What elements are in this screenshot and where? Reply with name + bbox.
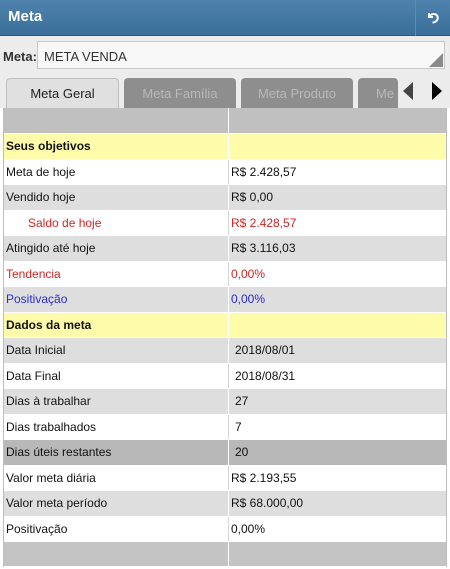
table-row: Positivação 0,00% [4,287,446,313]
table-row: Valor meta diária R$ 2.193,55 [4,465,448,491]
row-value: R$ 0,00 [228,185,448,210]
row-value: 0,00% [228,261,448,286]
table-row: Valor meta período R$ 68.000,00 [4,491,446,517]
tab-label: Me [376,85,395,101]
page-title: Meta [8,8,43,25]
title-bar: Meta [0,0,450,36]
table-header-row [4,108,446,134]
row-label: Vendido hoje [6,190,76,205]
row-value: 2018/08/31 [228,363,448,388]
row-value: 20 [228,440,448,465]
row-label: Dias à trabalhar [6,394,91,409]
goals-table: Seus objetivos Meta de hoje R$ 2.428,57 … [3,108,447,567]
table-footer-row [4,542,446,567]
table-row: Vendido hoje R$ 0,00 [4,185,446,211]
row-label: Saldo de hoje [28,215,102,230]
row-label: Data Final [6,368,61,383]
meta-selector-bar: Meta: META VENDA [0,36,450,74]
section-label: Dados da meta [6,317,92,332]
meta-dropdown-value: META VENDA [44,49,127,64]
tab-meta-familia[interactable]: Meta Família [124,78,236,108]
table-row: Saldo de hoje R$ 2.428,57 [4,210,448,236]
table-row: Dias à trabalhar 27 [4,389,446,415]
tab-bar: Meta Geral Meta Família Meta Produto Me [0,74,450,108]
row-value: R$ 2.428,57 [228,159,448,184]
row-label: Tendencia [6,266,61,281]
section-label: Seus objetivos [6,139,91,154]
table-row: Dias trabalhados 7 [4,414,448,440]
meta-dropdown[interactable]: META VENDA [37,41,445,69]
meta-label: Meta: [3,49,37,64]
section-value [228,134,448,159]
row-label: Positivação [6,521,68,536]
table-row: Meta de hoje R$ 2.428,57 [4,159,448,185]
row-value: 27 [228,389,448,414]
tab-meta-geral[interactable]: Meta Geral [6,78,119,108]
row-value: R$ 2.193,55 [228,465,448,490]
row-label: Meta de hoje [6,164,76,179]
undo-arrow-icon [428,13,439,24]
triangle-left-icon [403,82,413,100]
row-label: Atingido até hoje [6,241,96,256]
row-value: 7 [228,414,448,439]
row-label: Data Inicial [6,343,66,358]
dropdown-corner-icon [429,53,443,67]
tab-meta-more[interactable]: Me [358,78,398,108]
tab-label: Meta Geral [30,86,95,101]
back-button[interactable] [415,0,450,36]
row-label: Valor meta diária [6,470,96,485]
row-value: 2018/08/01 [228,338,448,363]
row-label: Valor meta período [6,496,108,511]
row-label: Dias úteis restantes [6,445,112,460]
table-row: Positivação 0,00% [4,516,448,542]
row-label: Positivação [6,292,68,307]
row-value: 0,00% [228,516,448,541]
section-row-dados-da-meta: Dados da meta [4,312,448,338]
table-row: Atingido até hoje R$ 3.116,03 [4,236,446,262]
row-value: R$ 68.000,00 [228,491,448,516]
section-row-seus-objetivos: Seus objetivos [4,134,446,160]
row-value: 0,00% [228,287,448,312]
section-value [228,312,448,337]
tab-meta-produto[interactable]: Meta Produto [241,78,353,108]
tab-scroll-right-button[interactable] [426,74,448,108]
tab-label: Meta Família [142,85,218,101]
row-value: R$ 2.428,57 [228,210,448,235]
tab-scroll-left-button[interactable] [397,74,419,108]
table-row: Dias úteis restantes 20 [4,440,446,466]
triangle-right-icon [432,82,442,100]
row-label: Dias trabalhados [6,419,97,434]
table-row: Data Inicial 2018/08/01 [4,338,446,364]
table-row: Data Final 2018/08/31 [4,363,448,389]
row-value: R$ 3.116,03 [228,236,448,261]
table-row: Tendencia 0,00% [4,261,448,287]
tab-label: Meta Produto [257,85,337,101]
